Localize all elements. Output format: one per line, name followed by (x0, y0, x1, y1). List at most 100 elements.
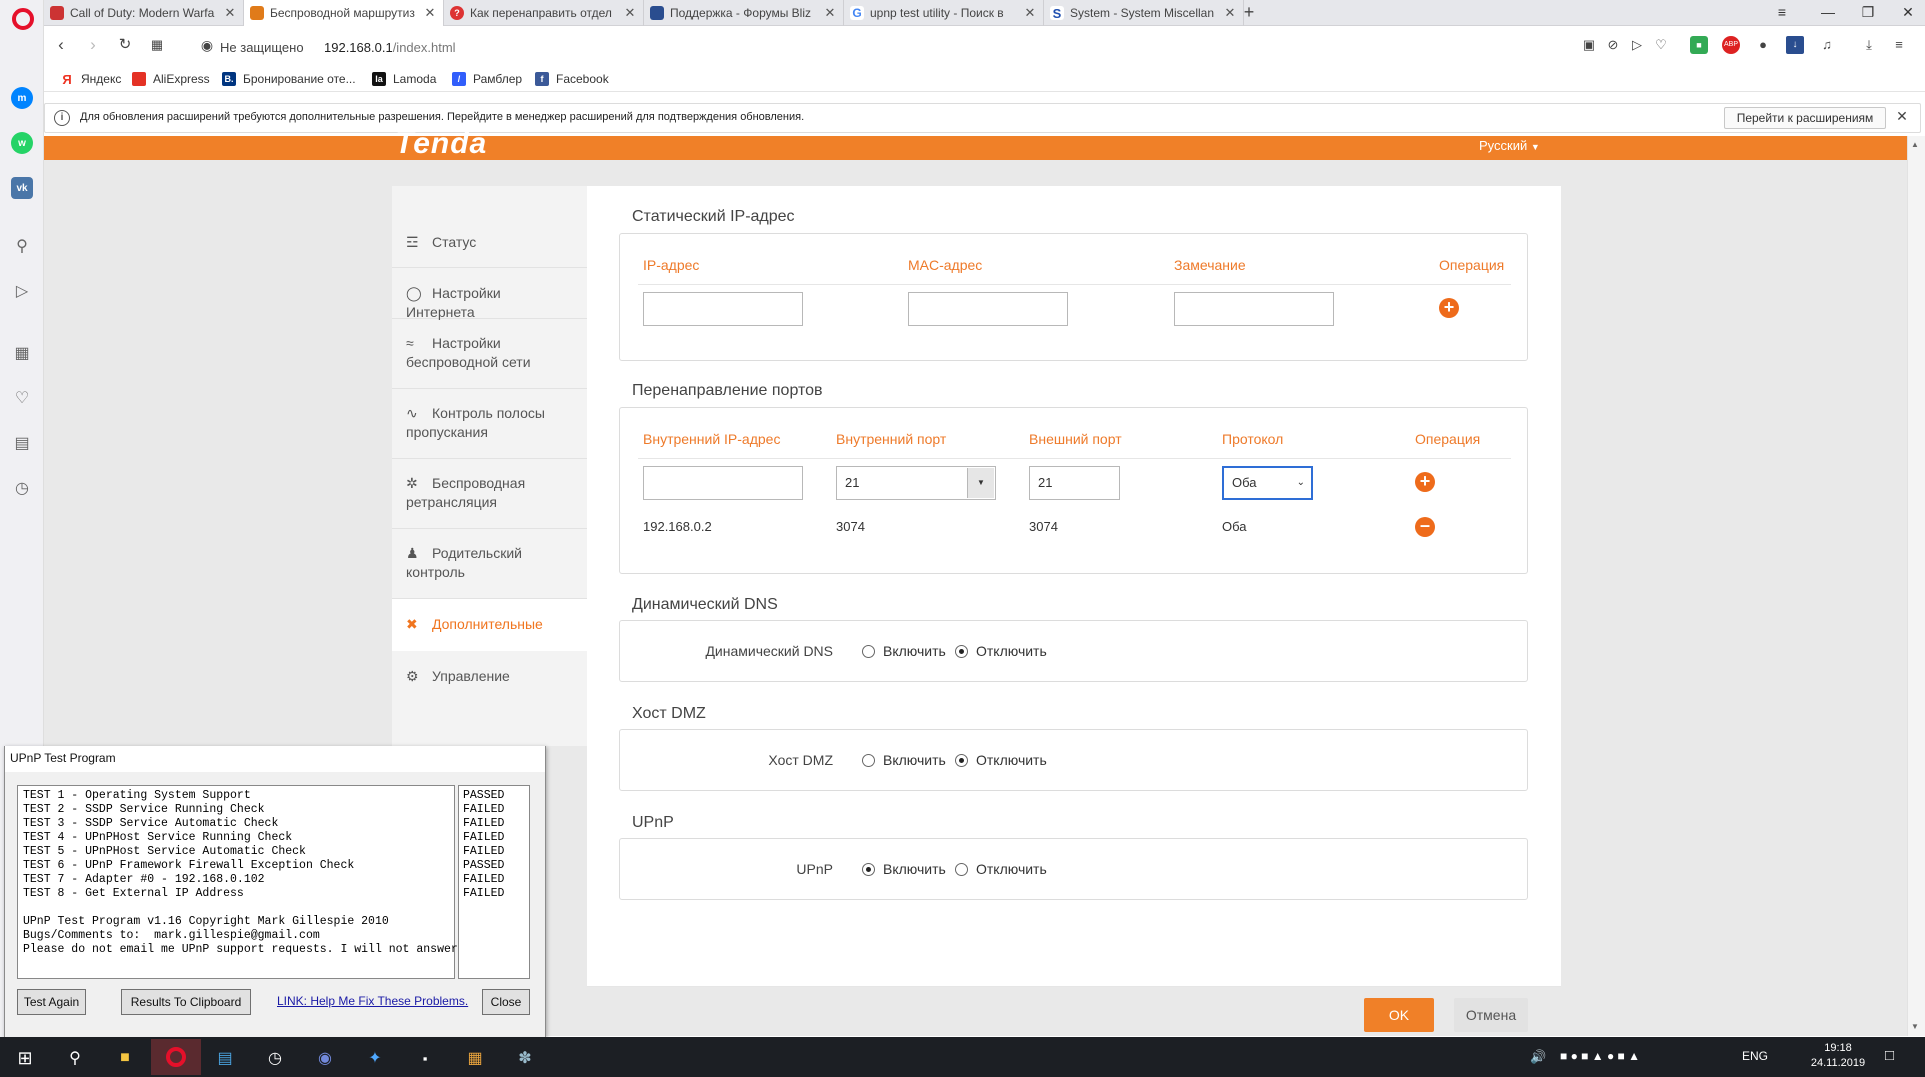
bookmark-heart-icon[interactable]: ♡ (1652, 36, 1670, 54)
block-icon[interactable]: ⊘ (1604, 36, 1622, 54)
clock-app-icon[interactable]: ◷ (256, 1042, 294, 1074)
menu-item-wireless[interactable]: ≈ Настройки беспроводной сети (392, 319, 587, 389)
url-field[interactable]: 192.168.0.1/index.html (324, 40, 456, 55)
bookmark-item[interactable]: la Lamoda (372, 72, 436, 86)
save-extension-icon[interactable]: ↓ (1786, 36, 1804, 54)
opera-logo-icon[interactable] (12, 8, 34, 30)
upnp-enable-radio[interactable]: Включить (862, 861, 946, 877)
close-icon[interactable]: ✕ (1894, 108, 1910, 126)
static-ip-input[interactable] (643, 292, 803, 326)
send-icon[interactable]: ▷ (1628, 36, 1646, 54)
window-close-icon[interactable]: ✕ (1888, 0, 1925, 26)
app-icon[interactable]: ▦ (456, 1042, 494, 1074)
bookmark-item[interactable]: B. Бронирование оте... (222, 72, 356, 86)
whatsapp-icon[interactable]: w (11, 132, 33, 154)
news-icon[interactable]: ▤ (11, 433, 33, 455)
tool-app-icon[interactable]: ✽ (506, 1042, 544, 1074)
discord-icon[interactable]: ◉ (306, 1042, 344, 1074)
tab-2[interactable]: ? Как перенаправить отдел ✕ (444, 0, 644, 26)
search-icon[interactable]: ⚲ (11, 236, 33, 258)
camera-icon[interactable]: ▣ (1580, 36, 1598, 54)
menu-item-repeater[interactable]: ✲ Беспроводная ретрансляция (392, 459, 587, 529)
ok-button[interactable]: OK (1364, 998, 1434, 1032)
language-indicator[interactable]: ENG (1742, 1049, 1768, 1063)
bookmark-item[interactable]: f Facebook (535, 72, 609, 86)
tab-5[interactable]: S System - System Miscellan ✕ (1044, 0, 1244, 26)
static-mac-input[interactable] (908, 292, 1068, 326)
minimize-icon[interactable]: — (1808, 0, 1848, 26)
tab-3[interactable]: Поддержка - Форумы Bliz ✕ (644, 0, 844, 26)
new-tab-icon[interactable]: + (1238, 2, 1260, 24)
add-icon[interactable]: + (1415, 472, 1435, 492)
menu-item-bandwidth[interactable]: ∿ Контроль полосы пропускания (392, 389, 587, 459)
close-icon[interactable]: ✕ (623, 5, 637, 21)
help-fix-link[interactable]: LINK: Help Me Fix These Problems. (277, 994, 468, 1008)
opera-taskbar-icon[interactable] (151, 1039, 201, 1075)
notifications-icon[interactable]: □ (1885, 1047, 1894, 1064)
results-to-clipboard-button[interactable]: Results To Clipboard (121, 989, 251, 1015)
scroll-down-icon[interactable]: ▼ (1911, 1022, 1919, 1031)
download-icon[interactable]: ⤓ (1860, 36, 1878, 54)
test-again-button[interactable]: Test Again (17, 989, 86, 1015)
language-select[interactable]: Русский ▼ (1479, 138, 1540, 153)
security-label[interactable]: Не защищено (220, 40, 304, 55)
menu-item-internet[interactable]: ◯ Настройки Интернета (392, 268, 587, 320)
tray-icons[interactable]: ■ ● ■ ▲ ● ■ ▲ (1560, 1049, 1640, 1063)
volume-icon[interactable]: 🔊 (1530, 1049, 1546, 1065)
menu-item-management[interactable]: ⚙ Управление (392, 651, 587, 703)
internal-ip-input[interactable] (643, 466, 803, 500)
send-icon[interactable]: ▷ (11, 281, 33, 303)
vk-icon[interactable]: vk (11, 177, 33, 199)
close-icon[interactable]: ✕ (1223, 5, 1237, 21)
file-explorer-icon[interactable]: ■ (106, 1042, 144, 1074)
clock[interactable]: 19:18 24.11.2019 (1808, 1041, 1868, 1071)
dropdown-arrow-icon[interactable]: ▼ (967, 468, 994, 498)
tabs-grid-icon[interactable]: ▦ (146, 34, 168, 56)
tab-1[interactable]: Беспроводной маршрутиз ✕ (244, 0, 444, 26)
restore-icon[interactable]: ❐ (1848, 0, 1888, 26)
scroll-up-icon[interactable]: ▲ (1911, 140, 1919, 149)
reload-icon[interactable]: ↻ (114, 34, 136, 56)
bookmark-item[interactable]: / Рамблер (452, 72, 522, 86)
cancel-button[interactable]: Отмена (1454, 998, 1528, 1032)
forward-icon[interactable]: › (82, 34, 104, 56)
vpn-icon[interactable]: ● (1754, 36, 1772, 54)
bookmark-item[interactable]: Я Яндекс (60, 72, 121, 87)
terminal-icon[interactable]: ▪ (406, 1042, 444, 1074)
external-port-input[interactable]: 21 (1029, 466, 1120, 500)
dmz-disable-radio[interactable]: Отключить (955, 752, 1047, 768)
ddns-enable-radio[interactable]: Включить (862, 643, 946, 659)
monitor-icon[interactable]: ▤ (206, 1042, 244, 1074)
windows-start-icon[interactable]: ⊞ (6, 1042, 44, 1074)
menu-item-parental[interactable]: ♟ Родительский контроль (392, 529, 587, 599)
messenger-icon[interactable]: m (11, 87, 33, 109)
close-icon[interactable]: ✕ (1023, 5, 1037, 21)
search-icon[interactable]: ⚲ (56, 1042, 94, 1074)
speed-dial-icon[interactable]: ▦ (11, 343, 33, 365)
heart-icon[interactable]: ♡ (11, 388, 33, 410)
tab-0[interactable]: Call of Duty: Modern Warfa ✕ (44, 0, 244, 26)
dmz-enable-radio[interactable]: Включить (862, 752, 946, 768)
tab-menu-icon[interactable]: ≡ (1762, 0, 1802, 26)
tab-4[interactable]: G upnp test utility - Поиск в ✕ (844, 0, 1044, 26)
static-note-input[interactable] (1174, 292, 1334, 326)
close-button[interactable]: Close (482, 989, 530, 1015)
ddns-disable-radio[interactable]: Отключить (955, 643, 1047, 659)
history-icon[interactable]: ◷ (11, 478, 33, 500)
remove-icon[interactable]: – (1415, 516, 1435, 537)
add-icon[interactable]: + (1439, 298, 1459, 318)
easy-setup-icon[interactable]: ≡ (1890, 36, 1908, 54)
page-scrollbar[interactable] (1907, 136, 1925, 1036)
battlenet-icon[interactable]: ✦ (356, 1042, 394, 1074)
menu-item-status[interactable]: ☲ Статус (392, 218, 587, 268)
menu-item-advanced[interactable]: ✖ Дополнительные (392, 599, 587, 651)
go-to-extensions-button[interactable]: Перейти к расширениям (1724, 107, 1886, 129)
extension-icon[interactable]: ■ (1690, 36, 1708, 54)
upnp-disable-radio[interactable]: Отключить (955, 861, 1047, 877)
close-icon[interactable]: ✕ (423, 5, 437, 21)
bookmark-item[interactable]: AliExpress (132, 72, 210, 86)
protocol-select[interactable]: Оба ⌄ (1222, 466, 1313, 500)
back-icon[interactable]: ‹ (50, 34, 72, 56)
close-icon[interactable]: ✕ (823, 5, 837, 21)
adblock-icon[interactable]: ABP (1722, 36, 1740, 54)
